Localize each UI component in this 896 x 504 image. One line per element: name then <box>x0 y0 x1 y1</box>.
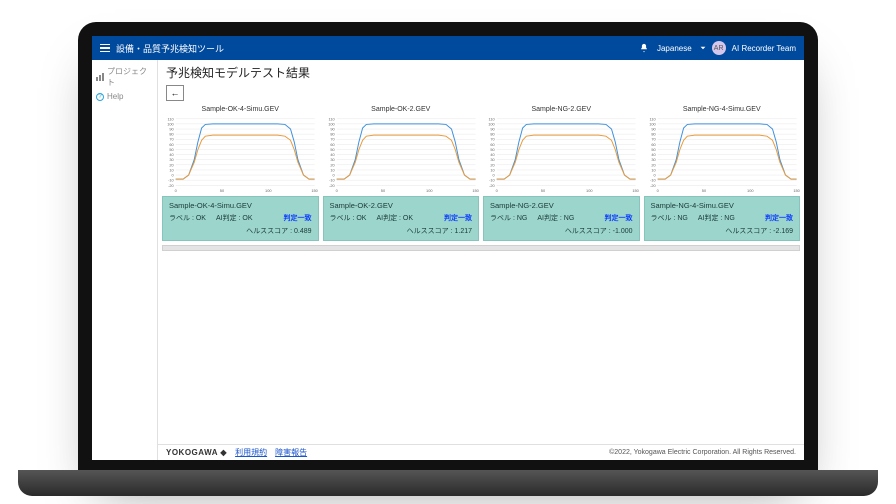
svg-text:100: 100 <box>586 188 593 193</box>
chart-title: Sample-OK-4-Simu.GEV <box>162 105 319 114</box>
report-link[interactable]: 障害報告 <box>275 447 307 458</box>
match-link[interactable]: 判定一致 <box>284 213 312 223</box>
svg-text:100: 100 <box>328 121 335 126</box>
svg-text:-10: -10 <box>329 178 335 183</box>
help-icon: ? <box>96 93 104 101</box>
chart-title: Sample-OK-2.GEV <box>323 105 480 114</box>
label-value: ラベル : NG <box>490 213 527 223</box>
copyright: ©2022, Yokogawa Electric Corporation. Al… <box>609 449 796 456</box>
laptop-frame: 設備・品質予兆検知ツール Japanese AR AI Recorder Tea… <box>78 22 818 482</box>
sidebar-item-label: Help <box>107 92 123 101</box>
match-link[interactable]: 判定一致 <box>765 213 793 223</box>
avatar[interactable]: AR <box>712 41 726 55</box>
svg-text:-20: -20 <box>489 183 495 188</box>
cards-row: Sample-OK-4-Simu.GEV ラベル : OK AI判定 : OK … <box>158 194 804 245</box>
chart-card: Sample-OK-4-Simu.GEV -20-100102030405060… <box>162 105 319 194</box>
chart: -20-100102030405060708090100110050100150 <box>323 114 480 194</box>
label-value: ラベル : OK <box>330 213 367 223</box>
result-card: Sample-OK-2.GEV ラベル : OK AI判定 : OK 判定一致 … <box>323 196 480 241</box>
svg-text:-20: -20 <box>650 183 656 188</box>
bell-icon[interactable] <box>639 43 649 53</box>
card-title: Sample-NG-2.GEV <box>490 201 633 210</box>
ai-value: AI判定 : NG <box>698 213 735 223</box>
ai-value: AI判定 : OK <box>216 213 253 223</box>
svg-text:150: 150 <box>793 188 800 193</box>
result-card: Sample-OK-4-Simu.GEV ラベル : OK AI判定 : OK … <box>162 196 319 241</box>
health-score: ヘルススコア : 0.489 <box>169 226 312 236</box>
team-name: AI Recorder Team <box>732 44 796 53</box>
svg-text:100: 100 <box>265 188 272 193</box>
chart-title: Sample-NG-2.GEV <box>483 105 640 114</box>
svg-text:110: 110 <box>489 116 496 121</box>
chevron-down-icon <box>700 45 706 51</box>
chart-card: Sample-NG-4-Simu.GEV -20-100102030405060… <box>644 105 801 194</box>
chart: -20-100102030405060708090100110050100150 <box>162 114 319 194</box>
charts-row: Sample-OK-4-Simu.GEV -20-100102030405060… <box>158 105 804 194</box>
svg-text:100: 100 <box>426 188 433 193</box>
chart: -20-100102030405060708090100110050100150 <box>644 114 801 194</box>
brand-logo: YOKOGAWA ◆ <box>166 448 227 457</box>
svg-text:110: 110 <box>168 116 175 121</box>
match-link[interactable]: 判定一致 <box>444 213 472 223</box>
health-score: ヘルススコア : -2.169 <box>651 226 794 236</box>
main: 予兆検知モデルテスト結果 ← Sample-OK-4-Simu.GEV -20-… <box>158 60 804 460</box>
svg-text:110: 110 <box>328 116 335 121</box>
result-card: Sample-NG-4-Simu.GEV ラベル : NG AI判定 : NG … <box>644 196 801 241</box>
app-screen: 設備・品質予兆検知ツール Japanese AR AI Recorder Tea… <box>92 36 804 460</box>
svg-text:100: 100 <box>167 121 174 126</box>
language-selector[interactable]: Japanese <box>655 44 694 53</box>
health-score: ヘルススコア : 1.217 <box>330 226 473 236</box>
terms-link[interactable]: 利用規約 <box>235 447 267 458</box>
ai-value: AI判定 : OK <box>376 213 413 223</box>
sidebar: プロジェクト ? Help <box>92 60 158 460</box>
footer: YOKOGAWA ◆ 利用規約 障害報告 ©2022, Yokogawa Ele… <box>158 444 804 460</box>
svg-text:-10: -10 <box>168 178 174 183</box>
svg-text:-10: -10 <box>650 178 656 183</box>
card-title: Sample-OK-2.GEV <box>330 201 473 210</box>
svg-text:-20: -20 <box>329 183 335 188</box>
page-title: 予兆検知モデルテスト結果 <box>158 60 804 81</box>
back-button[interactable]: ← <box>166 85 184 101</box>
chart-card: Sample-OK-2.GEV -20-10010203040506070809… <box>323 105 480 194</box>
body: プロジェクト ? Help 予兆検知モデルテスト結果 ← Sample-OK-4… <box>92 60 804 460</box>
svg-text:150: 150 <box>472 188 479 193</box>
svg-text:110: 110 <box>649 116 656 121</box>
chart: -20-100102030405060708090100110050100150 <box>483 114 640 194</box>
svg-text:150: 150 <box>632 188 639 193</box>
svg-text:100: 100 <box>649 121 656 126</box>
label-value: ラベル : OK <box>169 213 206 223</box>
match-link[interactable]: 判定一致 <box>605 213 633 223</box>
chart-title: Sample-NG-4-Simu.GEV <box>644 105 801 114</box>
sidebar-item-label: プロジェクト <box>107 66 153 88</box>
chart-card: Sample-NG-2.GEV -20-10010203040506070809… <box>483 105 640 194</box>
label-value: ラベル : NG <box>651 213 688 223</box>
svg-text:-20: -20 <box>168 183 174 188</box>
sidebar-item-help[interactable]: ? Help <box>92 90 157 103</box>
svg-text:100: 100 <box>747 188 754 193</box>
card-title: Sample-NG-4-Simu.GEV <box>651 201 794 210</box>
card-title: Sample-OK-4-Simu.GEV <box>169 201 312 210</box>
topbar: 設備・品質予兆検知ツール Japanese AR AI Recorder Tea… <box>92 36 804 60</box>
health-score: ヘルススコア : -1.000 <box>490 226 633 236</box>
sidebar-item-project[interactable]: プロジェクト <box>92 64 157 90</box>
ai-value: AI判定 : NG <box>537 213 574 223</box>
svg-text:150: 150 <box>311 188 318 193</box>
laptop-base <box>18 470 878 496</box>
app-title: 設備・品質予兆検知ツール <box>116 42 224 55</box>
svg-text:-10: -10 <box>489 178 495 183</box>
result-card: Sample-NG-2.GEV ラベル : NG AI判定 : NG 判定一致 … <box>483 196 640 241</box>
menu-icon[interactable] <box>100 44 110 53</box>
svg-text:100: 100 <box>488 121 495 126</box>
bars-icon <box>96 73 104 81</box>
